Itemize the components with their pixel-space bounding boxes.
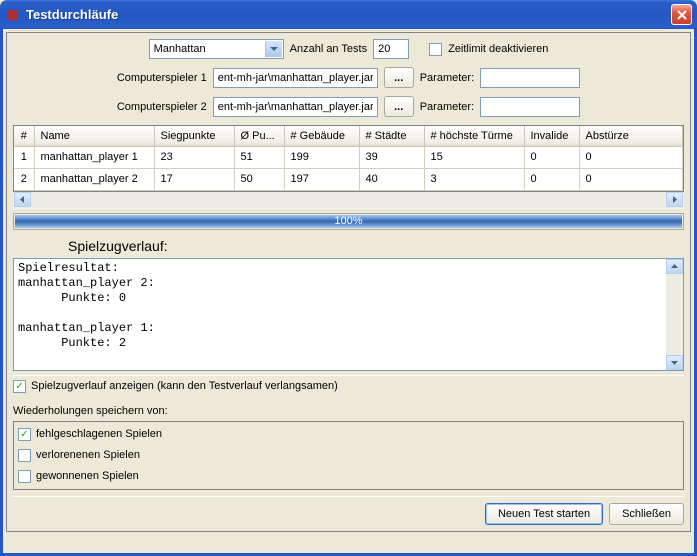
player2-label: Computerspieler 2 xyxy=(117,101,207,113)
progress-bar: 100% xyxy=(13,213,684,230)
table-cell: 50 xyxy=(234,168,284,190)
scroll-up-icon[interactable] xyxy=(666,259,683,274)
tests-input[interactable] xyxy=(373,39,409,59)
table-cell: manhattan_player 2 xyxy=(34,168,154,190)
table-cell: 15 xyxy=(424,146,524,168)
replay-group: Wiederholungen speichern von: ✓ fehlgesc… xyxy=(13,403,684,490)
table-cell: 199 xyxy=(284,146,359,168)
col-avg[interactable]: Ø Pu... xyxy=(234,126,284,146)
player1-path-input[interactable] xyxy=(213,68,378,88)
main-panel: Manhattan Anzahl an Tests Zeitlimit deak… xyxy=(6,32,691,532)
table-cell: 23 xyxy=(154,146,234,168)
timelimit-label: Zeitlimit deaktivieren xyxy=(448,43,548,55)
player1-param-input[interactable] xyxy=(480,68,580,88)
table-cell: 0 xyxy=(524,168,579,190)
replay-lost-row: verlorenenen Spielen xyxy=(18,445,679,466)
close-button[interactable]: Schließen xyxy=(609,503,684,525)
replay-failed-label: fehlgeschlagenen Spielen xyxy=(36,428,162,440)
table-cell: 197 xyxy=(284,168,359,190)
player2-path-input[interactable] xyxy=(213,97,378,117)
player2-param-label: Parameter: xyxy=(420,101,474,113)
replay-failed-checkbox[interactable]: ✓ xyxy=(18,428,31,441)
scroll-left-icon[interactable] xyxy=(14,192,31,207)
table-hscrollbar[interactable] xyxy=(13,192,684,209)
table-cell: 0 xyxy=(579,146,683,168)
close-icon[interactable] xyxy=(671,4,692,25)
scroll-right-icon[interactable] xyxy=(666,192,683,207)
progress-fill: 100% xyxy=(15,215,682,228)
scroll-down-icon[interactable] xyxy=(666,355,683,370)
table-cell: 40 xyxy=(359,168,424,190)
game-select[interactable]: Manhattan xyxy=(149,39,284,59)
table-cell: 0 xyxy=(524,146,579,168)
log-textarea[interactable]: Spielresultat: manhattan_player 2: Punkt… xyxy=(13,258,684,371)
table-cell: 2 xyxy=(14,168,34,190)
player2-param-input[interactable] xyxy=(480,97,580,117)
replay-won-label: gewonnenen Spielen xyxy=(36,470,139,482)
timelimit-checkbox[interactable] xyxy=(429,43,442,56)
player1-label: Computerspieler 1 xyxy=(117,72,207,84)
tests-label: Anzahl an Tests xyxy=(290,43,367,55)
show-log-row: ✓ Spielzugverlauf anzeigen (kann den Tes… xyxy=(13,375,684,397)
col-invalid[interactable]: Invalide xyxy=(524,126,579,146)
replay-won-row: gewonnenen Spielen xyxy=(18,466,679,487)
replay-lost-checkbox[interactable] xyxy=(18,449,31,462)
replay-failed-row: ✓ fehlgeschlagenen Spielen xyxy=(18,424,679,445)
window-title: Testdurchläufe xyxy=(26,7,671,22)
table-cell: 0 xyxy=(579,168,683,190)
log-section: Spielzugverlauf: Spielresultat: manhatta… xyxy=(13,236,684,371)
player1-browse-button[interactable]: ... xyxy=(384,67,414,88)
col-buildings[interactable]: # Gebäude xyxy=(284,126,359,146)
show-log-label: Spielzugverlauf anzeigen (kann den Testv… xyxy=(31,380,338,392)
table-row[interactable]: 1manhattan_player 12351199391500 xyxy=(14,146,683,168)
titlebar: Testdurchläufe xyxy=(0,0,697,29)
game-select-value: Manhattan xyxy=(154,43,206,55)
replay-lost-label: verlorenenen Spielen xyxy=(36,449,140,461)
col-towers[interactable]: # höchste Türme xyxy=(424,126,524,146)
table-cell: 17 xyxy=(154,168,234,190)
config-area: Manhattan Anzahl an Tests Zeitlimit deak… xyxy=(13,39,684,117)
log-vscrollbar[interactable] xyxy=(666,259,683,370)
table-header-row: # Name Siegpunkte Ø Pu... # Gebäude # St… xyxy=(14,126,683,146)
col-crashes[interactable]: Abstürze xyxy=(579,126,683,146)
table-cell: 51 xyxy=(234,146,284,168)
player1-param-label: Parameter: xyxy=(420,72,474,84)
chevron-down-icon xyxy=(270,47,278,51)
table-cell: 39 xyxy=(359,146,424,168)
replay-group-label: Wiederholungen speichern von: xyxy=(13,403,684,421)
show-log-checkbox[interactable]: ✓ xyxy=(13,380,26,393)
table-cell: 3 xyxy=(424,168,524,190)
progress-text: 100% xyxy=(334,215,362,227)
log-heading: Spielzugverlauf: xyxy=(13,236,684,258)
table-cell: manhattan_player 1 xyxy=(34,146,154,168)
col-name[interactable]: Name xyxy=(34,126,154,146)
table-row[interactable]: 2manhattan_player 2175019740300 xyxy=(14,168,683,190)
player2-browse-button[interactable]: ... xyxy=(384,96,414,117)
results-table: # Name Siegpunkte Ø Pu... # Gebäude # St… xyxy=(13,125,684,192)
replay-won-checkbox[interactable] xyxy=(18,470,31,483)
col-winpoints[interactable]: Siegpunkte xyxy=(154,126,234,146)
bottom-bar: Neuen Test starten Schließen xyxy=(13,496,684,525)
col-num[interactable]: # xyxy=(14,126,34,146)
app-icon xyxy=(5,7,21,23)
window-body: Manhattan Anzahl an Tests Zeitlimit deak… xyxy=(0,29,697,556)
table-cell: 1 xyxy=(14,146,34,168)
new-test-button[interactable]: Neuen Test starten xyxy=(485,503,603,525)
col-cities[interactable]: # Städte xyxy=(359,126,424,146)
